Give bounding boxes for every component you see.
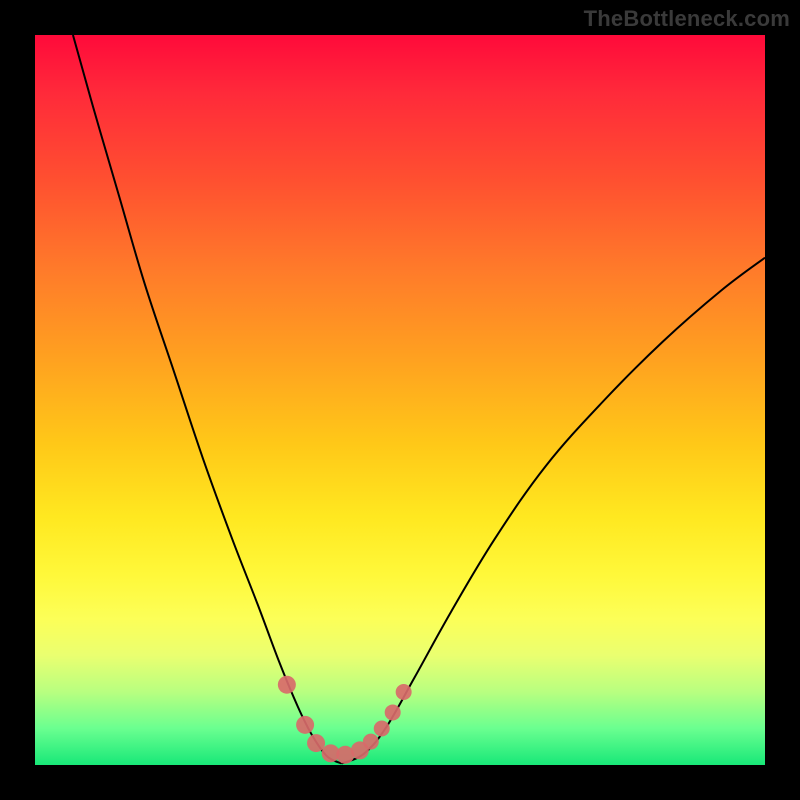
curve-marker — [336, 746, 354, 764]
watermark-text: TheBottleneck.com — [584, 6, 790, 32]
plot-area — [35, 35, 765, 765]
curve-right-branch — [342, 258, 765, 764]
curve-marker — [307, 734, 325, 752]
curve-marker — [374, 721, 390, 737]
curve-marker — [385, 704, 401, 720]
bottleneck-curve-layer — [35, 35, 765, 765]
curve-marker — [296, 716, 314, 734]
chart-frame: TheBottleneck.com — [0, 0, 800, 800]
curve-markers — [278, 676, 412, 764]
curve-marker — [363, 734, 379, 750]
curve-left-branch — [73, 35, 342, 764]
curve-marker — [351, 741, 369, 759]
curve-marker — [396, 684, 412, 700]
curve-marker — [322, 744, 340, 762]
curve-marker — [278, 676, 296, 694]
